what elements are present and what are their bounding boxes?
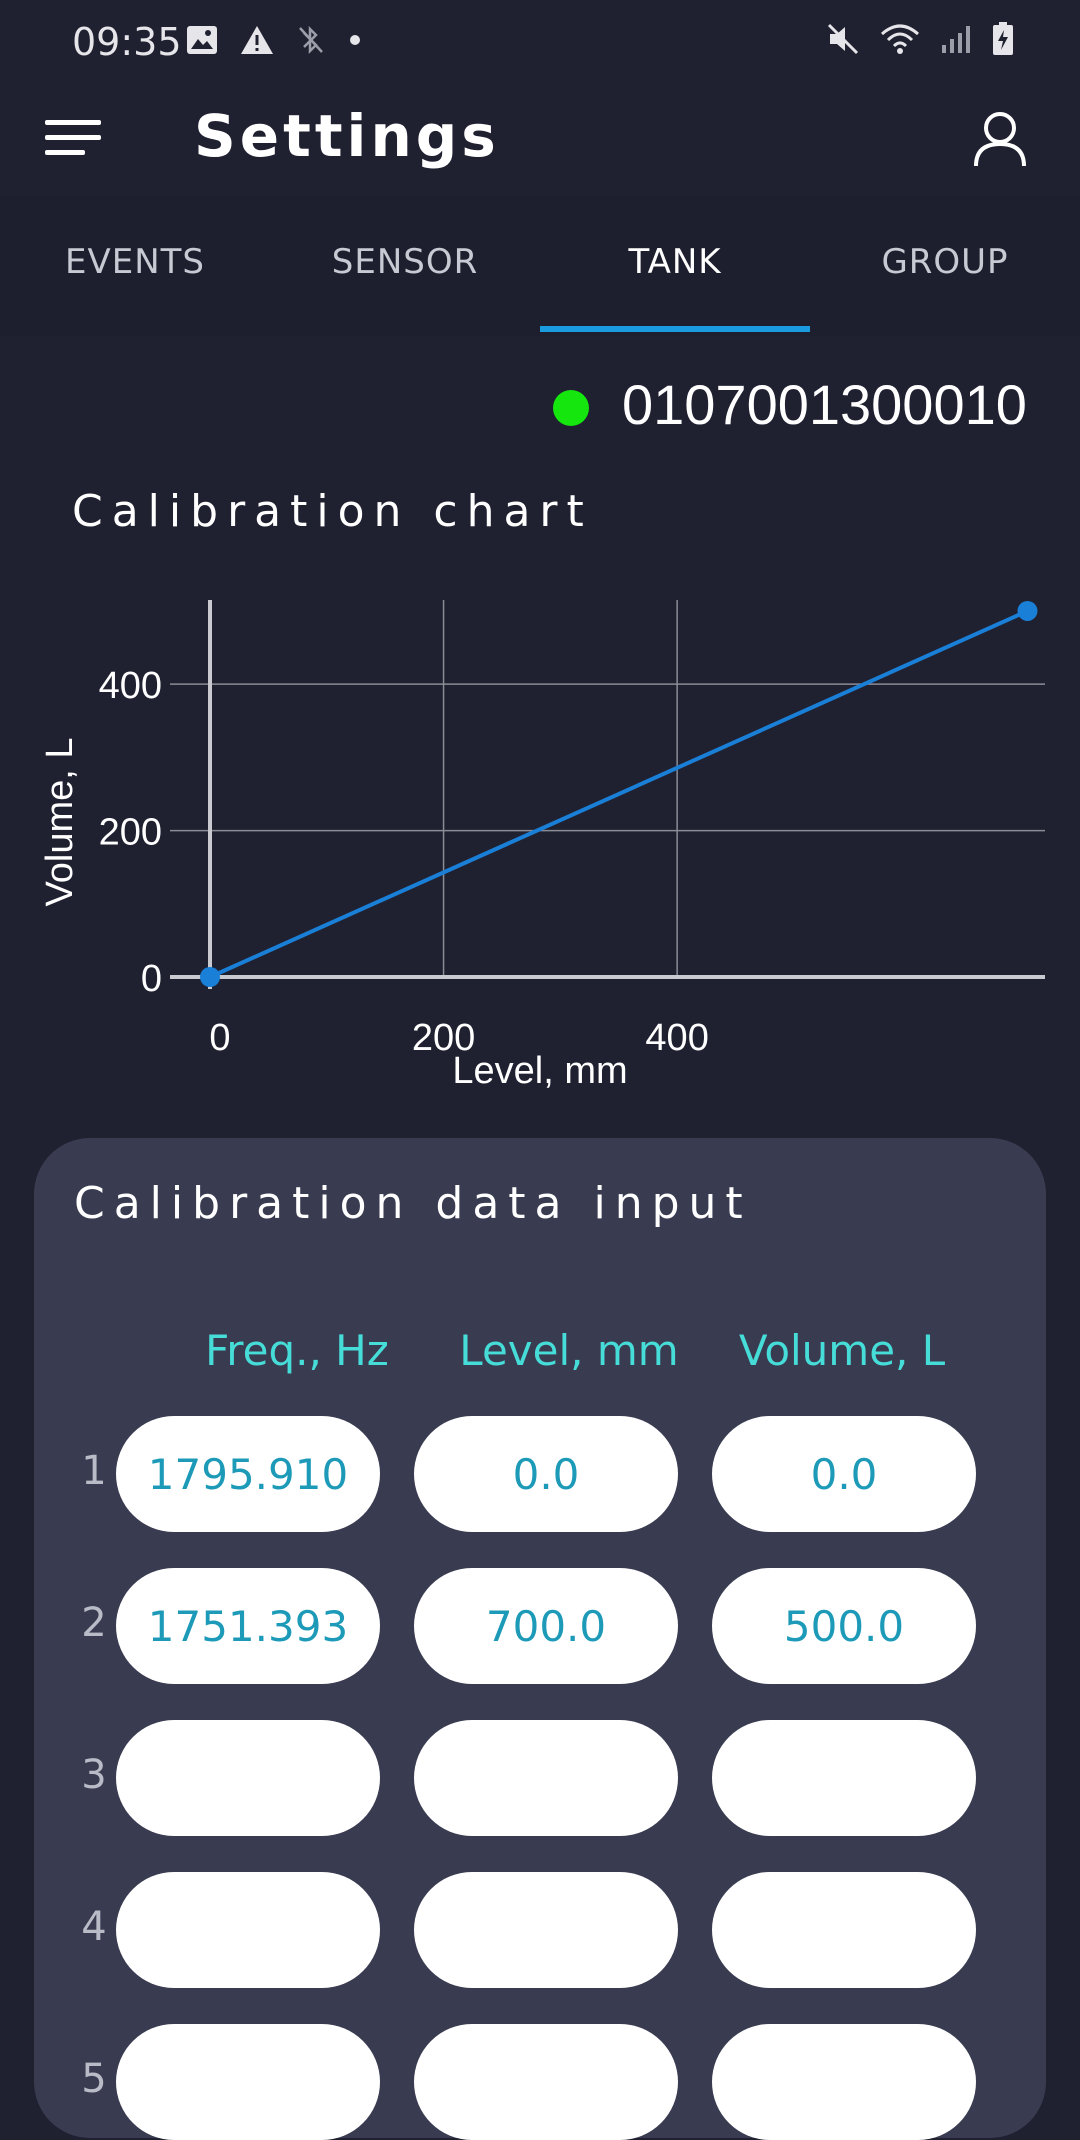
- app-bar: Settings: [0, 84, 1080, 196]
- row-number: 4: [81, 1904, 107, 1950]
- freq-input[interactable]: [116, 1416, 380, 1532]
- row-number: 1: [81, 1448, 107, 1494]
- battery-charging-icon: [993, 22, 1013, 55]
- tab-bar: EVENTS SENSOR TANK GROUP: [0, 196, 1080, 336]
- image-icon: [187, 26, 217, 54]
- tab-tank[interactable]: TANK: [540, 242, 810, 282]
- freq-input[interactable]: [116, 1568, 380, 1684]
- volume-input[interactable]: [712, 1568, 976, 1684]
- card-title: Calibration data input: [74, 1178, 752, 1229]
- row-number: 5: [81, 2056, 107, 2102]
- account-button[interactable]: [970, 108, 1030, 170]
- y-tick-label: 200: [99, 812, 162, 854]
- volume-input[interactable]: [712, 1416, 976, 1532]
- row-number: 3: [81, 1752, 107, 1798]
- x-axis-label: Level, mm: [452, 1050, 627, 1092]
- warning-icon: [241, 26, 273, 54]
- level-input[interactable]: [414, 1720, 678, 1836]
- x-tick-label: 0: [209, 1017, 230, 1059]
- device-status-indicator: [553, 390, 589, 426]
- column-header-volume: Volume, L: [738, 1326, 946, 1375]
- volume-input[interactable]: [712, 1720, 976, 1836]
- tab-events[interactable]: EVENTS: [0, 242, 270, 282]
- y-tick-label: 400: [99, 665, 162, 707]
- status-bar: 09:35: [0, 0, 1080, 84]
- mute-icon: [827, 23, 859, 55]
- tab-indicator: [540, 326, 810, 332]
- level-input[interactable]: [414, 1416, 678, 1532]
- series-line: [209, 609, 1029, 979]
- tab-sensor[interactable]: SENSOR: [270, 242, 540, 282]
- status-time: 09:35: [72, 20, 182, 64]
- freq-input[interactable]: [116, 1720, 380, 1836]
- volume-input[interactable]: [712, 2024, 976, 2140]
- menu-icon: [45, 120, 101, 155]
- data-point: [200, 967, 220, 987]
- level-input[interactable]: [414, 2024, 678, 2140]
- y-axis-label: Volume, L: [39, 738, 81, 907]
- freq-input[interactable]: [116, 2024, 380, 2140]
- wifi-icon: [881, 24, 919, 54]
- y-tick-label: 0: [141, 958, 162, 1000]
- menu-button[interactable]: [42, 112, 104, 164]
- tab-group[interactable]: GROUP: [810, 242, 1080, 282]
- freq-input[interactable]: [116, 1872, 380, 1988]
- column-header-level: Level, mm: [459, 1326, 679, 1375]
- row-number: 2: [81, 1600, 107, 1646]
- calibration-chart: 0 200 400 0 200 400 Level, mm Volume, L: [0, 560, 1080, 1100]
- signal-icon: [942, 26, 970, 53]
- user-icon: [974, 112, 1026, 167]
- chart-title: Calibration chart: [72, 486, 593, 537]
- level-input[interactable]: [414, 1872, 678, 1988]
- volume-input[interactable]: [712, 1872, 976, 1988]
- x-tick-label: 400: [645, 1017, 708, 1059]
- column-header-freq: Freq., Hz: [205, 1326, 389, 1375]
- level-input[interactable]: [414, 1568, 678, 1684]
- bluetooth-off-icon: [299, 25, 323, 55]
- device-id: 0107001300010: [622, 373, 1027, 436]
- dot-icon: [350, 35, 360, 45]
- calibration-data-card: Calibration data input Freq., Hz Level, …: [34, 1138, 1046, 2140]
- calibration-chart-svg: 02004000 200 400Level, mmVolume, L: [39, 600, 1045, 1092]
- page-title: Settings: [194, 102, 500, 170]
- data-point: [1017, 600, 1038, 621]
